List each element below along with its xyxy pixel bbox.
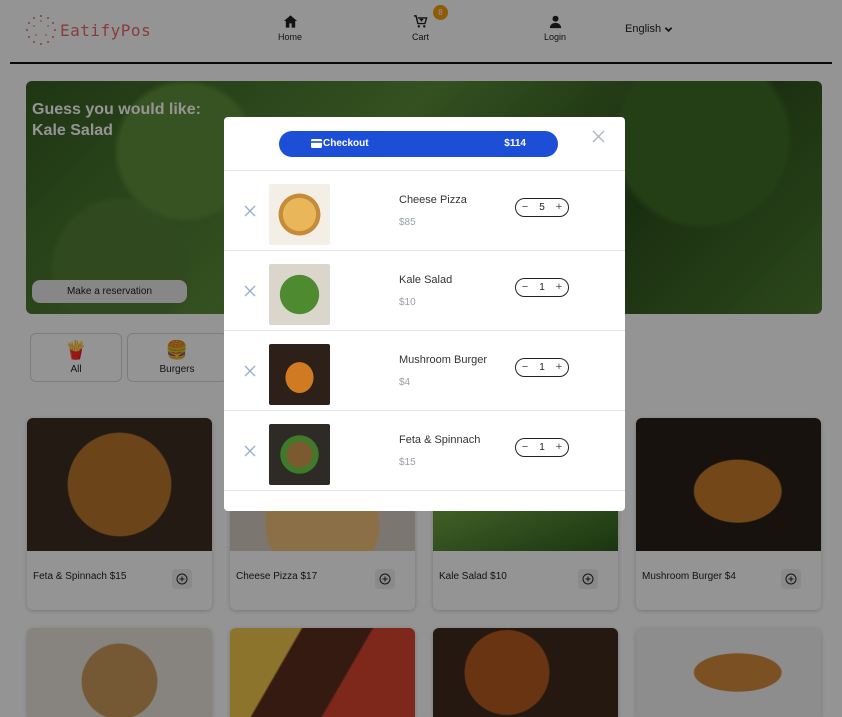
cart-modal: Checkout $114 Cheese Pizza $85 − 5 + Kal… [224, 117, 625, 511]
cart-item-row: Cheese Pizza $85 − 5 + [224, 171, 625, 251]
quantity-stepper: − 1 + [515, 278, 569, 297]
cart-item-name: Cheese Pizza [399, 194, 467, 206]
increment-button[interactable]: + [554, 442, 564, 453]
cart-item-name: Mushroom Burger [399, 354, 488, 366]
remove-item-icon[interactable] [244, 205, 256, 217]
increment-button[interactable]: + [554, 362, 564, 373]
quantity-value: 1 [539, 362, 545, 373]
increment-button[interactable]: + [554, 282, 564, 293]
cart-item-image [269, 424, 330, 485]
cart-item-price: $10 [399, 297, 416, 308]
quantity-stepper: − 5 + [515, 198, 569, 217]
decrement-button[interactable]: − [520, 282, 530, 293]
decrement-button[interactable]: − [520, 442, 530, 453]
cart-item-row: Feta & Spinnach $15 − 1 + [224, 411, 625, 491]
close-icon[interactable] [592, 130, 605, 143]
cart-modal-header: Checkout $114 [224, 117, 625, 171]
cart-item-price: $4 [399, 377, 411, 388]
cart-item-image [269, 184, 330, 245]
quantity-value: 5 [539, 202, 545, 213]
decrement-button[interactable]: − [520, 362, 530, 373]
quantity-value: 1 [539, 282, 545, 293]
quantity-stepper: − 1 + [515, 438, 569, 457]
cart-item-row: Kale Salad $10 − 1 + [224, 251, 625, 331]
checkout-total: $114 [504, 138, 526, 149]
cart-item-image [269, 264, 330, 325]
checkout-label: Checkout [323, 138, 369, 149]
checkout-button[interactable]: Checkout $114 [279, 131, 558, 157]
increment-button[interactable]: + [554, 202, 564, 213]
quantity-value: 1 [539, 442, 545, 453]
remove-item-icon[interactable] [244, 285, 256, 297]
cart-item-image [269, 344, 330, 405]
cart-item-name: Kale Salad [399, 274, 453, 286]
quantity-stepper: − 1 + [515, 358, 569, 377]
cart-item-row: Mushroom Burger $4 − 1 + [224, 331, 625, 411]
decrement-button[interactable]: − [520, 202, 530, 213]
cart-item-price: $15 [399, 457, 416, 468]
cart-item-price: $85 [399, 217, 416, 228]
credit-card-icon [311, 139, 322, 148]
remove-item-icon[interactable] [244, 365, 256, 377]
cart-item-name: Feta & Spinnach [399, 434, 481, 446]
remove-item-icon[interactable] [244, 445, 256, 457]
